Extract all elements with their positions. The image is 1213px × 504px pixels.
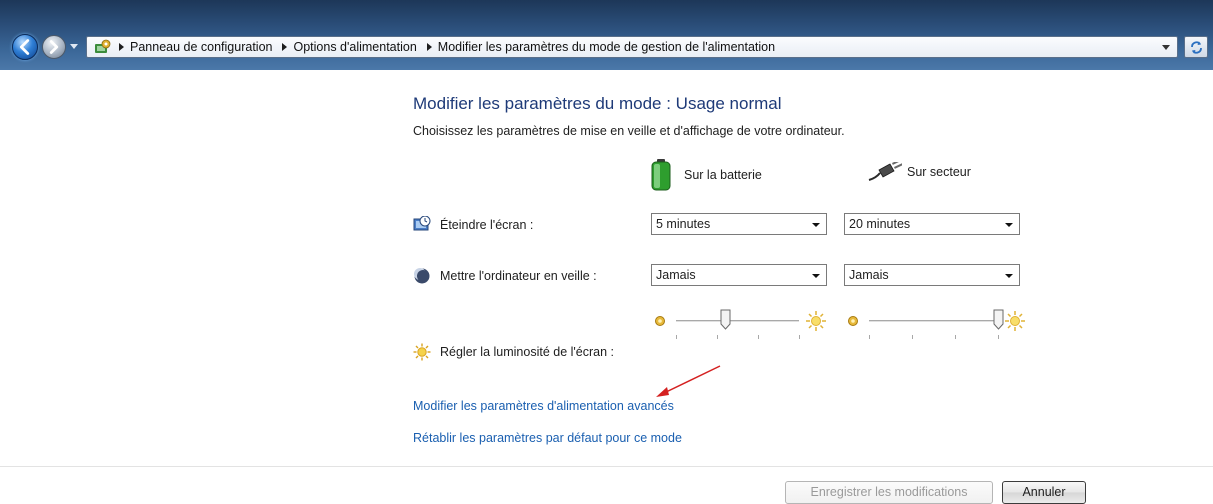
slider-tick [717, 335, 718, 339]
dropdown-arrow-icon [1005, 223, 1013, 227]
refresh-button[interactable] [1184, 36, 1208, 58]
screen-off-setting-label: Éteindre l'écran : [413, 216, 533, 234]
forward-arrow-icon [49, 40, 59, 54]
breadcrumb: Panneau de configuration Options d'alime… [117, 37, 783, 57]
battery-icon [651, 159, 671, 191]
slider-tick [955, 335, 956, 339]
slider-tick [912, 335, 913, 339]
power-plug-icon [868, 162, 902, 181]
plugged-column-label: Sur secteur [907, 165, 971, 179]
advanced-power-settings-link[interactable]: Modifier les paramètres d'alimentation a… [413, 399, 674, 413]
annotation-arrow-icon [656, 365, 721, 397]
sleep-battery-select[interactable]: Jamais [651, 264, 827, 286]
slider-tick [758, 335, 759, 339]
cancel-button[interactable]: Annuler [1002, 481, 1086, 504]
plugged-column-header: Sur secteur [868, 162, 971, 182]
battery-column-header: Sur la batterie [651, 159, 762, 191]
brightness-low-icon [655, 316, 665, 326]
slider-tick [869, 335, 870, 339]
display-timer-icon [413, 216, 431, 231]
screen-off-plugged-value: 20 minutes [849, 217, 911, 231]
sleep-battery-value: Jamais [656, 268, 696, 282]
brightness-label: Régler la luminosité de l'écran : [440, 345, 614, 359]
brightness-plugged-slider[interactable] [844, 308, 1028, 339]
save-changes-button[interactable]: Enregistrer les modifications [785, 481, 993, 504]
brightness-battery-slider[interactable] [651, 308, 829, 339]
brightness-high-icon [1005, 311, 1025, 331]
footer-divider [0, 466, 1213, 467]
breadcrumb-separator-icon[interactable] [119, 43, 124, 51]
slider-tick [676, 335, 677, 339]
sleep-setting-label: Mettre l'ordinateur en veille : [413, 267, 597, 285]
brightness-low-icon [848, 316, 858, 326]
address-bar[interactable]: Panneau de configuration Options d'alime… [86, 36, 1178, 58]
slider-track[interactable] [676, 320, 799, 322]
breadcrumb-item-edit-plan[interactable]: Modifier les paramètres du mode de gesti… [438, 40, 775, 54]
sleep-label: Mettre l'ordinateur en veille : [440, 269, 597, 283]
brightness-setting-label: Régler la luminosité de l'écran : [413, 343, 614, 361]
screen-off-battery-value: 5 minutes [656, 217, 711, 231]
dropdown-arrow-icon [1005, 274, 1013, 278]
forward-button[interactable] [42, 35, 66, 59]
back-arrow-icon [19, 39, 30, 55]
recent-pages-dropdown-icon[interactable] [70, 44, 78, 49]
battery-column-label: Sur la batterie [684, 168, 762, 182]
screen-off-battery-select[interactable]: 5 minutes [651, 213, 827, 235]
screen-off-label: Éteindre l'écran : [440, 218, 534, 232]
sleep-moon-icon [414, 268, 430, 284]
breadcrumb-item-control-panel[interactable]: Panneau de configuration [130, 40, 272, 54]
dropdown-arrow-icon [812, 274, 820, 278]
dropdown-arrow-icon [812, 223, 820, 227]
page-subtitle: Choisissez les paramètres de mise en vei… [413, 124, 845, 138]
restore-defaults-link[interactable]: Rétablir les paramètres par défaut pour … [413, 431, 682, 445]
sleep-plugged-select[interactable]: Jamais [844, 264, 1020, 286]
slider-track[interactable] [869, 320, 998, 322]
slider-tick [799, 335, 800, 339]
slider-thumb[interactable] [993, 309, 1004, 330]
breadcrumb-separator-icon[interactable] [282, 43, 288, 51]
sleep-plugged-value: Jamais [849, 268, 889, 282]
slider-tick [998, 335, 999, 339]
back-button[interactable] [12, 34, 38, 60]
page-title: Modifier les paramètres du mode : Usage … [413, 94, 782, 113]
breadcrumb-separator-icon[interactable] [426, 43, 432, 51]
slider-thumb[interactable] [720, 309, 731, 330]
brightness-high-icon [806, 311, 826, 331]
window-title-bar: Panneau de configuration Options d'alime… [0, 0, 1213, 70]
refresh-icon [1191, 41, 1202, 54]
breadcrumb-item-power-options[interactable]: Options d'alimentation [293, 40, 416, 54]
brightness-sun-icon [413, 343, 431, 361]
address-dropdown-icon[interactable] [1162, 45, 1170, 50]
screen-off-plugged-select[interactable]: 20 minutes [844, 213, 1020, 235]
control-panel-icon [95, 39, 111, 53]
